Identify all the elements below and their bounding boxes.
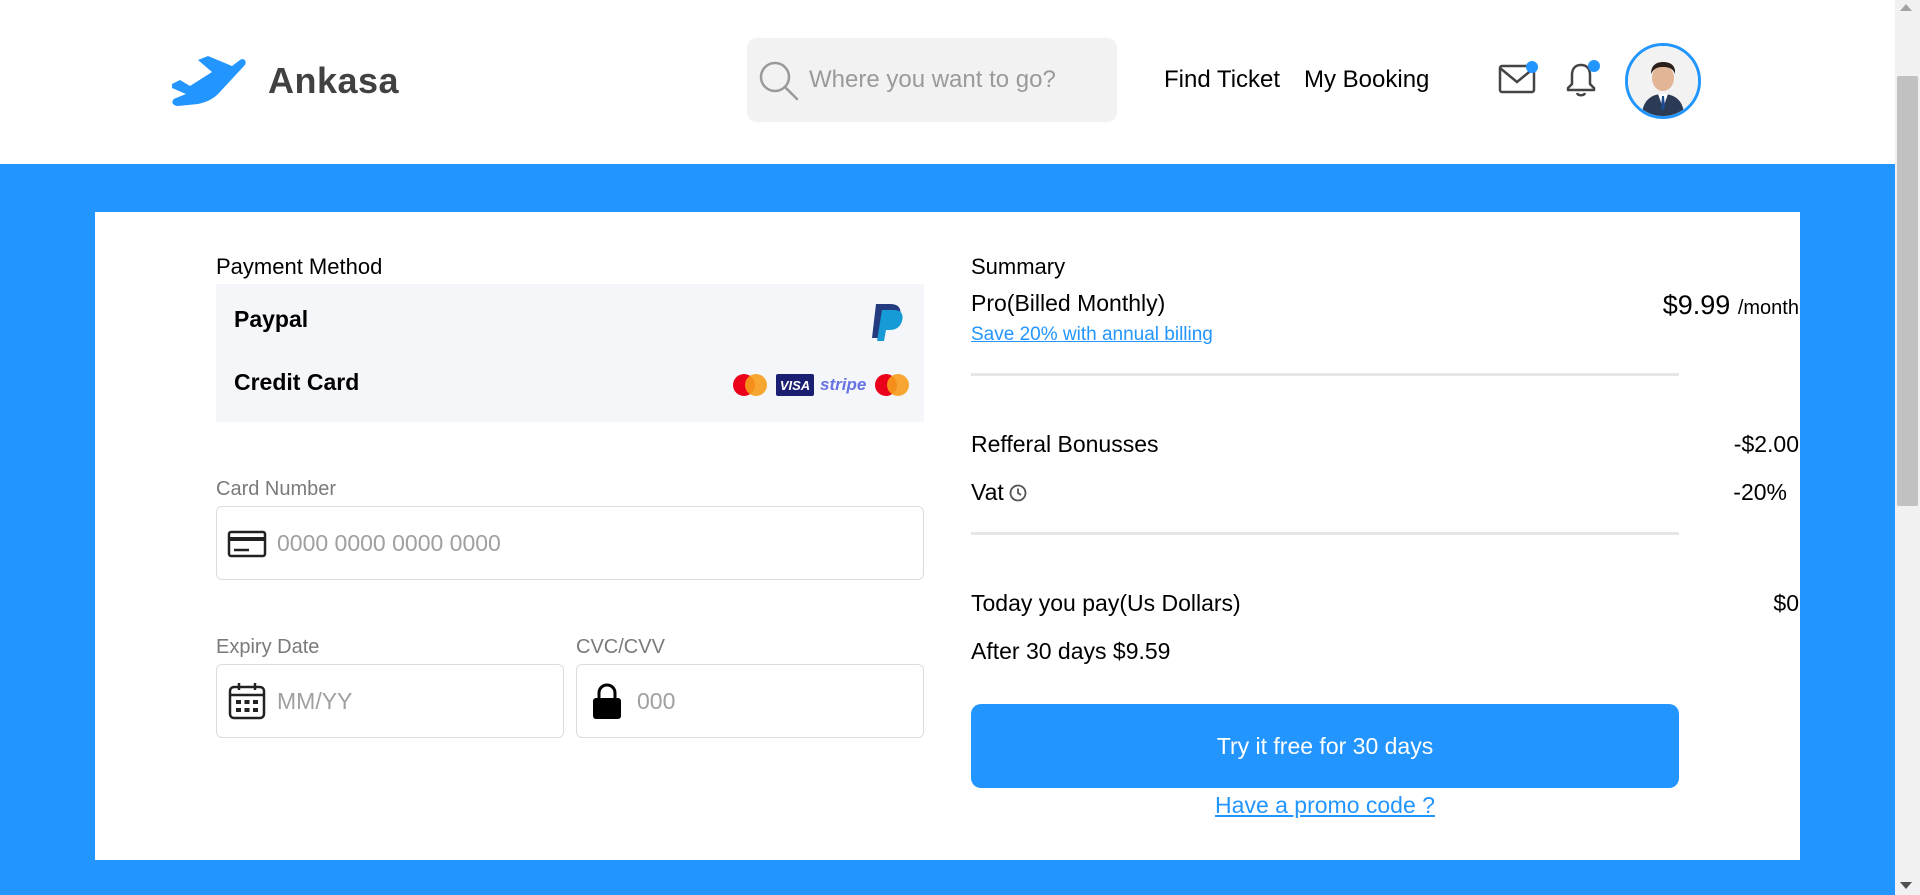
promo-code-link[interactable]: Have a promo code ? (971, 792, 1679, 819)
payment-method-panel: Paypal Credit Card VISA stripe (216, 284, 924, 422)
scroll-up-arrow-icon[interactable] (1900, 4, 1912, 11)
plan-name: Pro(Billed Monthly) (971, 290, 1166, 316)
vat-row-label: Vat (971, 479, 1028, 506)
annual-billing-link[interactable]: Save 20% with annual billing (971, 324, 1213, 346)
cvc-field[interactable] (576, 664, 924, 738)
expiry-date-label: Expiry Date (216, 636, 320, 658)
price-unit: /month (1737, 297, 1799, 319)
cvc-input[interactable] (637, 687, 914, 715)
plane-logo-icon (172, 56, 246, 106)
brand-name: Ankasa (268, 60, 400, 101)
scrollbar-thumb[interactable] (1897, 76, 1918, 506)
referral-label: Refferal Bonusses (971, 431, 1159, 457)
user-avatar-icon (1628, 46, 1698, 116)
cvc-label: CVC/CVV (576, 636, 665, 658)
search-input[interactable] (809, 66, 1099, 94)
bell-icon[interactable] (1560, 58, 1602, 100)
mail-icon[interactable] (1498, 60, 1540, 96)
expiry-date-input[interactable] (277, 687, 554, 715)
summary-title: Summary (971, 254, 1066, 279)
stripe-logo: stripe (820, 375, 867, 394)
summary-divider (971, 373, 1679, 376)
avatar[interactable] (1625, 43, 1701, 119)
paypal-icon (872, 304, 903, 341)
visa-logo: VISA (776, 374, 814, 396)
search-icon (759, 61, 799, 101)
referral-value: -$2.00 (1733, 431, 1799, 457)
payment-option-paypal[interactable]: Paypal (234, 306, 308, 333)
card-number-label: Card Number (216, 478, 337, 500)
nav-my-booking[interactable]: My Booking (1304, 66, 1429, 94)
mastercard-icon (875, 374, 910, 396)
card-number-field[interactable] (216, 506, 924, 580)
price-amount: $9.99 (1662, 290, 1731, 320)
after-30-days-label: After 30 days $9.59 (971, 638, 1171, 664)
clock-info-icon[interactable] (1008, 483, 1028, 503)
today-pay-value: $0 (1773, 590, 1799, 616)
expiry-date-field[interactable] (216, 664, 564, 738)
vat-label: Vat (971, 479, 1004, 505)
credit-card-icon (227, 530, 267, 558)
plan-price: $9.99 /month (1663, 290, 1799, 321)
vat-value: -20% (1733, 479, 1787, 505)
summary-divider (971, 532, 1679, 535)
payment-option-credit-card[interactable]: Credit Card (234, 369, 359, 396)
payment-method-title: Payment Method (216, 254, 383, 279)
card-logos: VISA stripe (730, 372, 912, 398)
nav-find-ticket[interactable]: Find Ticket (1164, 66, 1280, 94)
calendar-icon (228, 683, 266, 720)
card-number-input[interactable] (277, 529, 842, 557)
scroll-down-arrow-icon[interactable] (1900, 882, 1912, 889)
try-free-button[interactable]: Try it free for 30 days (971, 704, 1679, 788)
header: Ankasa Find Ticket My Booking (0, 0, 1895, 164)
brand[interactable]: Ankasa (168, 54, 399, 108)
mastercard-icon (733, 374, 767, 396)
search-box[interactable] (747, 38, 1117, 122)
today-pay-label: Today you pay(Us Dollars) (971, 590, 1241, 616)
lock-icon (593, 683, 621, 719)
